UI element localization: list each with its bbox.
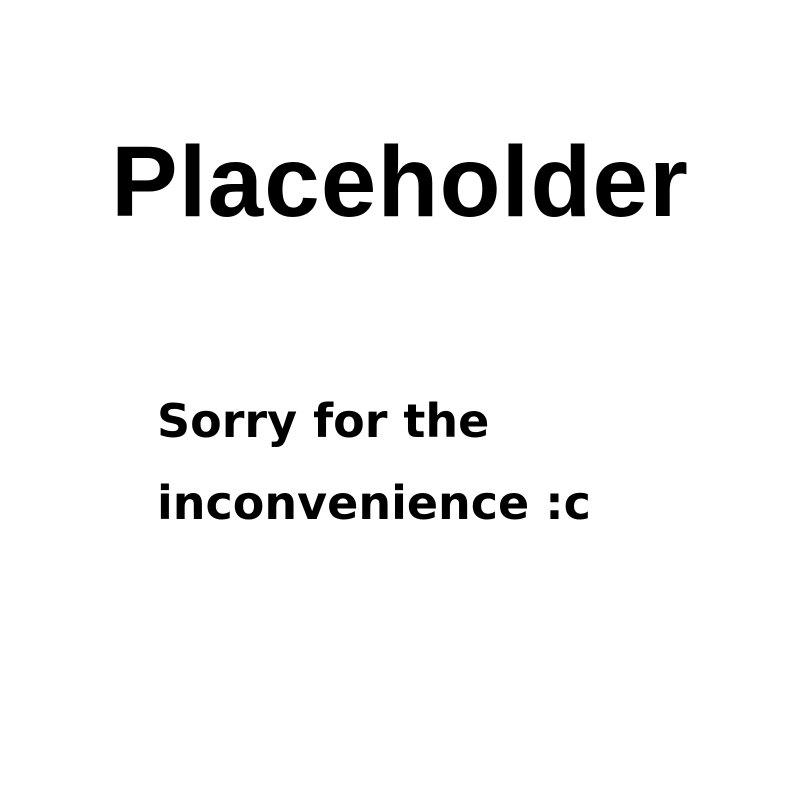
placeholder-title: Placeholder xyxy=(111,126,689,238)
apology-line-1: Sorry for the xyxy=(157,394,490,448)
apology-message: Sorry for the inconvenience :c xyxy=(157,380,717,544)
placeholder-canvas: Placeholder Sorry for the inconvenience … xyxy=(0,0,800,800)
apology-line-2: inconvenience :c xyxy=(157,476,591,530)
